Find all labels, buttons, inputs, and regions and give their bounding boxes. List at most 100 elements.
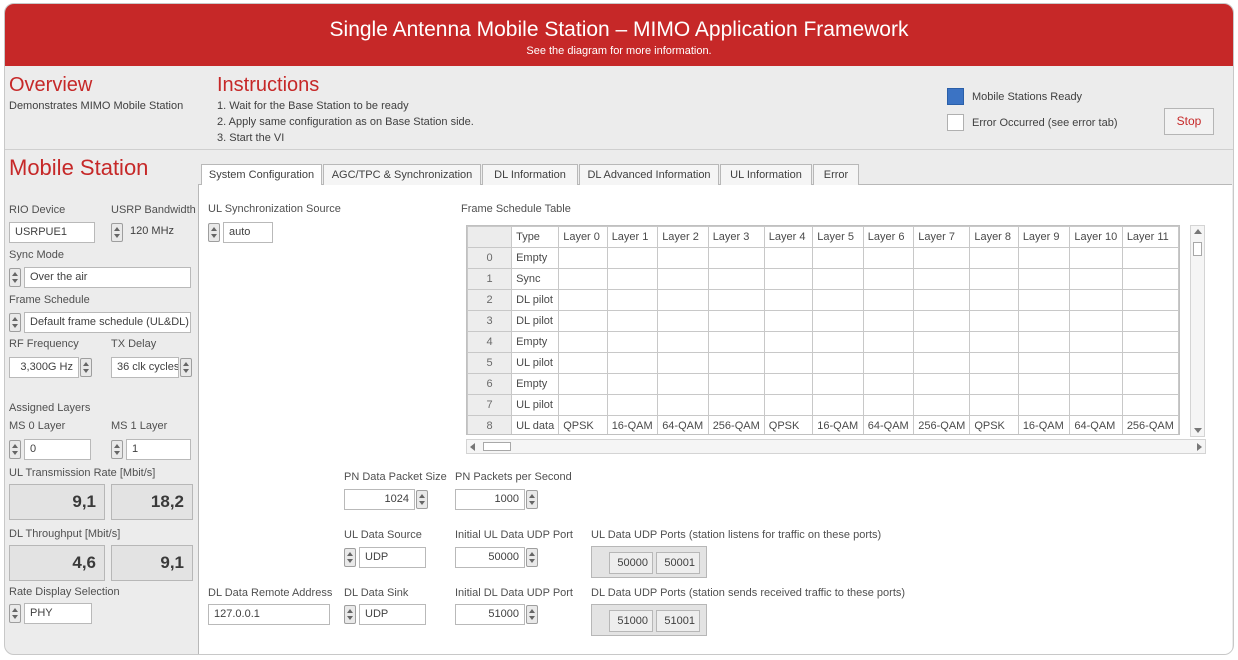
layer-cell[interactable] <box>969 352 1019 374</box>
layer-cell[interactable] <box>763 310 814 332</box>
usrp-bandwidth-spinner[interactable] <box>111 223 123 242</box>
pn-packet-size-field[interactable]: 1024 <box>344 489 415 510</box>
layer-cell[interactable] <box>812 373 864 395</box>
layer-cell[interactable] <box>707 331 765 353</box>
layer-cell[interactable] <box>707 373 765 395</box>
layer-cell[interactable] <box>657 289 709 311</box>
layer-cell[interactable] <box>763 331 814 353</box>
scroll-up-icon[interactable] <box>1194 229 1202 234</box>
ul-data-source-field[interactable]: UDP <box>359 547 426 568</box>
layer-cell[interactable] <box>1069 331 1123 353</box>
tx-delay-field[interactable]: 36 clk cycles <box>111 357 179 378</box>
layer-cell[interactable]: 16-QAM <box>606 415 659 434</box>
layer-cell[interactable] <box>969 289 1019 311</box>
layer-cell[interactable] <box>657 352 709 374</box>
scroll-down-icon[interactable] <box>1194 428 1202 433</box>
layer-cell[interactable] <box>707 289 765 311</box>
layer-cell[interactable] <box>1017 247 1071 269</box>
layer-cell[interactable] <box>763 247 814 269</box>
tab-error[interactable]: Error <box>813 164 859 185</box>
layer-cell[interactable] <box>1121 310 1179 332</box>
layer-cell[interactable] <box>1069 310 1123 332</box>
layer-cell[interactable]: QPSK <box>969 415 1019 434</box>
frame-schedule-table[interactable]: Type Layer 0 Layer 1 Layer 2 Layer 3 Layer 4L… <box>466 225 1180 435</box>
tab-system-configuration[interactable]: System Configuration <box>201 164 322 186</box>
layer-cell[interactable] <box>862 289 915 311</box>
layer-cell[interactable] <box>1017 373 1071 395</box>
sync-mode-field[interactable]: Over the air <box>24 267 191 288</box>
layer-cell[interactable] <box>862 373 915 395</box>
dl-data-sink-spinner[interactable] <box>344 605 356 624</box>
tab-agc-tpc-synchronization[interactable]: AGC/TPC & Synchronization <box>323 164 481 185</box>
rf-frequency-spinner[interactable] <box>80 358 92 377</box>
layer-cell[interactable] <box>763 373 814 395</box>
ul-sync-source-spinner[interactable] <box>208 223 220 242</box>
slot-type-cell[interactable]: DL pilot <box>511 289 560 311</box>
table-row[interactable]: 3 DL pilot <box>467 310 1179 332</box>
layer-cell[interactable] <box>969 373 1019 395</box>
layer-cell[interactable] <box>862 310 915 332</box>
table-row[interactable]: 8 UL data QPSK 16-QAM 64-QAM 256-QAM QPSK 16-QA… <box>467 415 1179 434</box>
rate-display-spinner[interactable] <box>9 604 21 623</box>
layer-cell[interactable] <box>1121 247 1179 269</box>
layer-cell[interactable] <box>812 247 864 269</box>
layer-cell[interactable] <box>558 289 608 311</box>
scroll-right-icon[interactable] <box>1197 443 1202 451</box>
pn-packet-size-spinner[interactable] <box>416 490 428 509</box>
layer-cell[interactable] <box>1121 268 1179 290</box>
layer-cell[interactable] <box>558 247 608 269</box>
layer-cell[interactable] <box>1017 310 1071 332</box>
layer-cell[interactable] <box>862 352 915 374</box>
slot-type-cell[interactable]: DL pilot <box>511 310 560 332</box>
layer-cell[interactable] <box>606 394 659 416</box>
layer-cell[interactable] <box>707 352 765 374</box>
layer-cell[interactable] <box>1121 394 1179 416</box>
layer-cell[interactable] <box>812 331 864 353</box>
layer-cell[interactable] <box>657 310 709 332</box>
layer-cell[interactable] <box>558 331 608 353</box>
tab-dl-information[interactable]: DL Information <box>482 164 578 185</box>
layer-cell[interactable] <box>1069 268 1123 290</box>
layer-cell[interactable] <box>763 289 814 311</box>
layer-cell[interactable] <box>913 289 971 311</box>
layer-cell[interactable] <box>707 310 765 332</box>
layer-cell[interactable] <box>606 247 659 269</box>
ul-data-source-spinner[interactable] <box>344 548 356 567</box>
layer-cell[interactable] <box>606 331 659 353</box>
layer-cell[interactable] <box>657 373 709 395</box>
ms0-layer-spinner[interactable] <box>9 440 21 459</box>
layer-cell[interactable] <box>862 268 915 290</box>
tab-ul-information[interactable]: UL Information <box>720 164 812 185</box>
layer-cell[interactable] <box>1069 289 1123 311</box>
table-row[interactable]: 2 DL pilot <box>467 289 1179 311</box>
layer-cell[interactable] <box>913 331 971 353</box>
slot-type-cell[interactable]: UL pilot <box>511 352 560 374</box>
initial-ul-port-spinner[interactable] <box>526 548 538 567</box>
layer-cell[interactable] <box>763 394 814 416</box>
frame-schedule-spinner[interactable] <box>9 313 21 332</box>
initial-ul-port-field[interactable]: 50000 <box>455 547 525 568</box>
layer-cell[interactable] <box>606 310 659 332</box>
vertical-scroll-thumb[interactable] <box>1193 242 1202 256</box>
layer-cell[interactable] <box>969 268 1019 290</box>
layer-cell[interactable] <box>913 247 971 269</box>
layer-cell[interactable] <box>707 268 765 290</box>
table-row[interactable]: 4 Empty <box>467 331 1179 353</box>
layer-cell[interactable] <box>969 247 1019 269</box>
scroll-left-icon[interactable] <box>470 443 475 451</box>
dl-remote-address-field[interactable]: 127.0.0.1 <box>208 604 330 625</box>
layer-cell[interactable]: 16-QAM <box>812 415 864 434</box>
stop-button[interactable]: Stop <box>1164 108 1214 135</box>
slot-type-cell[interactable]: UL data <box>511 415 560 434</box>
layer-cell[interactable] <box>707 394 765 416</box>
slot-type-cell[interactable]: UL pilot <box>511 394 560 416</box>
tx-delay-spinner[interactable] <box>180 358 192 377</box>
ms0-layer-field[interactable]: 0 <box>24 439 91 460</box>
table-row[interactable]: 1 Sync <box>467 268 1179 290</box>
horizontal-scroll-thumb[interactable] <box>483 442 511 451</box>
layer-cell[interactable] <box>707 247 765 269</box>
layer-cell[interactable]: 64-QAM <box>1069 415 1123 434</box>
layer-cell[interactable] <box>558 310 608 332</box>
slot-type-cell[interactable]: Empty <box>511 331 560 353</box>
layer-cell[interactable] <box>558 268 608 290</box>
